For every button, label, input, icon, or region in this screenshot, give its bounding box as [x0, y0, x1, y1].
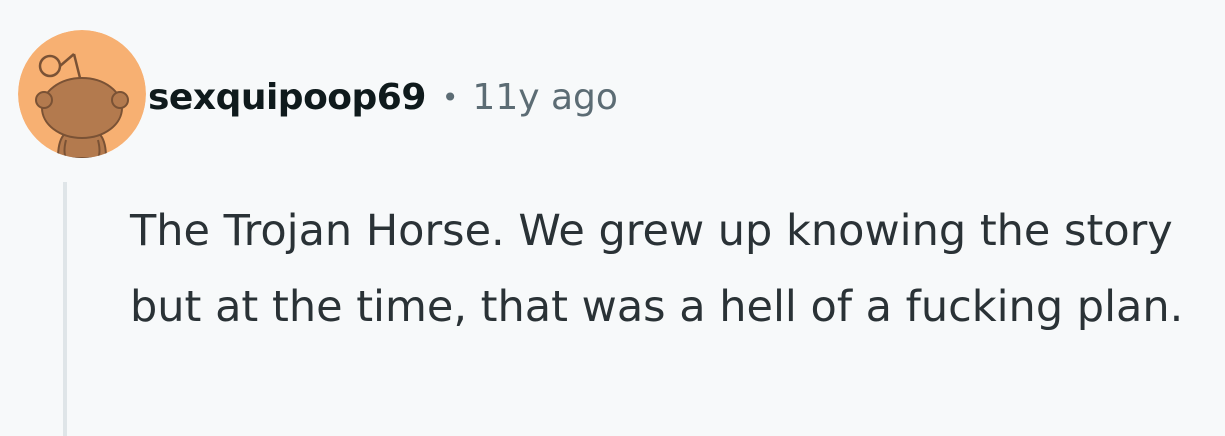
comment-body: The Trojan Horse. We grew up knowing the… — [130, 206, 1184, 332]
comment-meta: sexquipoop69 • 11y ago — [148, 77, 618, 118]
comment: sexquipoop69 • 11y ago The Trojan Horse.… — [0, 0, 1225, 436]
comment-timestamp[interactable]: 11y ago — [472, 77, 618, 118]
author-username[interactable]: sexquipoop69 — [148, 77, 426, 118]
meta-separator: • — [441, 80, 459, 114]
snoo-avatar-icon — [18, 30, 146, 158]
avatar[interactable] — [18, 30, 146, 158]
comment-header: sexquipoop69 • 11y ago — [18, 30, 618, 158]
thread-line[interactable] — [63, 182, 67, 436]
